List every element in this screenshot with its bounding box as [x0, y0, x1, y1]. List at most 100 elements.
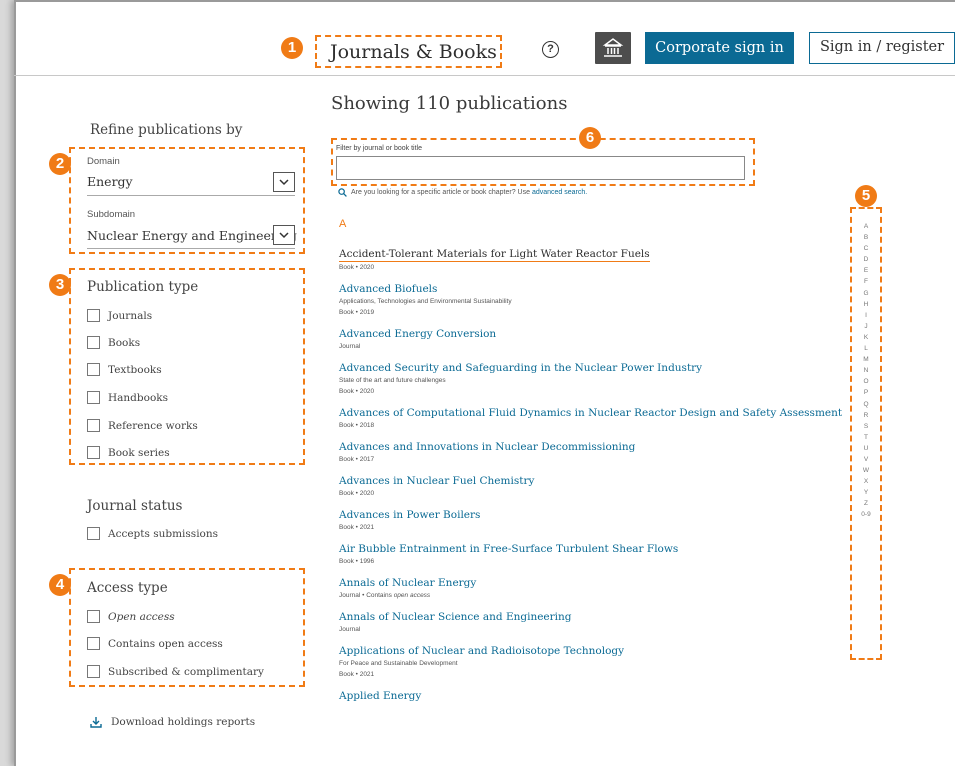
publication-subtitle: For Peace and Sustainable Development	[339, 660, 458, 667]
chevron-down-icon	[279, 232, 289, 239]
pubtype-label: Reference works	[108, 419, 198, 432]
checkbox[interactable]	[87, 610, 100, 623]
alphabet-letter-e[interactable]: E	[855, 265, 877, 276]
publication-subtitle: Applications, Technologies and Environme…	[339, 298, 512, 305]
callout-badge-6: 6	[579, 127, 601, 149]
checkbox[interactable]	[87, 527, 100, 540]
alphabet-letter-a[interactable]: A	[855, 221, 877, 232]
alphabet-letter-c[interactable]: C	[855, 243, 877, 254]
alphabet-letter-0-9[interactable]: 0-9	[855, 509, 877, 520]
pubtype-books[interactable]: Books	[87, 336, 140, 349]
publication-title-link[interactable]: Advanced Energy Conversion	[339, 327, 819, 341]
alphabet-letter-q[interactable]: Q	[855, 399, 877, 410]
alphabet-letter-s[interactable]: S	[855, 421, 877, 432]
filter-title-input[interactable]	[336, 156, 745, 180]
publication-meta: Book • 1996	[339, 558, 375, 565]
pubtype-journals[interactable]: Journals	[87, 309, 152, 322]
results-count-heading: Showing 110 publications	[331, 93, 568, 114]
alphabet-letter-l[interactable]: L	[855, 343, 877, 354]
publication-title-link[interactable]: Applied Energy	[339, 689, 819, 703]
alphabet-letter-n[interactable]: N	[855, 365, 877, 376]
alphabet-letter-v[interactable]: V	[855, 454, 877, 465]
pubtype-label: Journals	[108, 309, 153, 322]
publication-title-link[interactable]: Advances of Computational Fluid Dynamics…	[339, 406, 842, 420]
pubtype-reference-works[interactable]: Reference works	[87, 419, 198, 432]
checkbox[interactable]	[87, 637, 100, 650]
pubtype-book-series[interactable]: Book series	[87, 446, 170, 459]
subdomain-select-value[interactable]: Nuclear Energy and Engineering	[87, 228, 297, 243]
pubtype-textbooks[interactable]: Textbooks	[87, 363, 162, 376]
alphabet-letter-t[interactable]: T	[855, 432, 877, 443]
checkbox[interactable]	[87, 363, 100, 376]
subdomain-label: Subdomain	[87, 209, 136, 220]
alphabet-letter-m[interactable]: M	[855, 354, 877, 365]
publication-list: Accident-Tolerant Materials for Light Wa…	[339, 244, 842, 712]
checkbox[interactable]	[87, 336, 100, 349]
publication-title-link[interactable]: Advanced Biofuels	[339, 282, 819, 296]
signin-register-button[interactable]: Sign in / register	[809, 32, 955, 64]
help-icon[interactable]: ?	[542, 41, 559, 58]
checkbox[interactable]	[87, 419, 100, 432]
brand-label: Journals & Books	[330, 41, 497, 63]
checkbox[interactable]	[87, 665, 100, 678]
letter-section-heading: A	[339, 218, 347, 230]
checkbox[interactable]	[87, 391, 100, 404]
publication-meta: Book • 2020	[339, 264, 375, 271]
pubtype-label: Books	[108, 336, 141, 349]
alphabet-letter-w[interactable]: W	[855, 465, 877, 476]
publication-title-link[interactable]: Applications of Nuclear and Radioisotope…	[339, 644, 819, 658]
publication-title-link[interactable]: Accident-Tolerant Materials for Light Wa…	[339, 247, 650, 262]
callout-badge-5: 5	[855, 185, 877, 207]
download-label: Download holdings reports	[111, 716, 256, 728]
alphabet-letter-x[interactable]: X	[855, 476, 877, 487]
alphabet-letter-j[interactable]: J	[855, 321, 877, 332]
alphabet-letter-i[interactable]: I	[855, 310, 877, 321]
alphabet-letter-u[interactable]: U	[855, 443, 877, 454]
refine-heading: Refine publications by	[90, 122, 243, 138]
publication-title-link[interactable]: Annals of Nuclear Science and Engineerin…	[339, 610, 819, 624]
publication-title-link[interactable]: Advanced Security and Safeguarding in th…	[339, 361, 819, 375]
download-holdings-link[interactable]: Download holdings reports	[90, 716, 255, 728]
publication-meta: Book • 2021	[339, 524, 375, 531]
domain-dropdown-button[interactable]	[273, 172, 295, 192]
chevron-down-icon	[279, 179, 289, 186]
alphabet-letter-d[interactable]: D	[855, 254, 877, 265]
journals-books-brand[interactable]: Journals & Books	[315, 35, 502, 68]
subdomain-dropdown-button[interactable]	[273, 225, 295, 245]
alphabet-letter-y[interactable]: Y	[855, 487, 877, 498]
access-contains-open[interactable]: Contains open access	[87, 637, 223, 650]
publication-title-link[interactable]: Advances in Nuclear Fuel Chemistry	[339, 474, 819, 488]
alphabet-letter-o[interactable]: O	[855, 376, 877, 387]
alphabet-letter-z[interactable]: Z	[855, 498, 877, 509]
alphabet-letter-b[interactable]: B	[855, 232, 877, 243]
callout-badge-1: 1	[281, 37, 303, 59]
status-accepts-submissions[interactable]: Accepts submissions	[87, 527, 218, 540]
alphabet-letter-h[interactable]: H	[855, 299, 877, 310]
corporate-signin-button[interactable]: Corporate sign in	[645, 32, 794, 64]
checkbox[interactable]	[87, 309, 100, 322]
alphabet-letter-k[interactable]: K	[855, 332, 877, 343]
publication-meta: Book • 2021	[339, 671, 375, 678]
pubtype-handbooks[interactable]: Handbooks	[87, 391, 168, 404]
access-open[interactable]: Open access	[87, 610, 175, 623]
institution-button[interactable]	[595, 32, 631, 64]
advanced-search-link[interactable]: advanced search.	[532, 189, 587, 196]
access-label: Subscribed & complimentary	[108, 665, 264, 678]
alphabet-letter-g[interactable]: G	[855, 288, 877, 299]
publication-title-link[interactable]: Annals of Nuclear Energy	[339, 576, 819, 590]
alphabet-letter-f[interactable]: F	[855, 276, 877, 287]
publication-title-link[interactable]: Advances and Innovations in Nuclear Deco…	[339, 440, 819, 454]
publication-title-link[interactable]: Air Bubble Entrainment in Free-Surface T…	[339, 542, 819, 556]
checkbox[interactable]	[87, 446, 100, 459]
hint-text: Are you looking for a specific article o…	[351, 189, 530, 196]
list-item: Air Bubble Entrainment in Free-Surface T…	[339, 542, 819, 567]
publication-meta: Journal	[339, 626, 361, 633]
publication-meta: Book • 2020	[339, 388, 375, 395]
publication-title-link[interactable]: Advances in Power Boilers	[339, 508, 819, 522]
publication-subtitle: State of the art and future challenges	[339, 377, 446, 384]
alphabet-letter-r[interactable]: R	[855, 410, 877, 421]
access-subscribed[interactable]: Subscribed & complimentary	[87, 665, 264, 678]
alphabet-letter-p[interactable]: P	[855, 387, 877, 398]
access-type-heading: Access type	[87, 580, 168, 596]
domain-select-value[interactable]: Energy	[87, 174, 133, 189]
